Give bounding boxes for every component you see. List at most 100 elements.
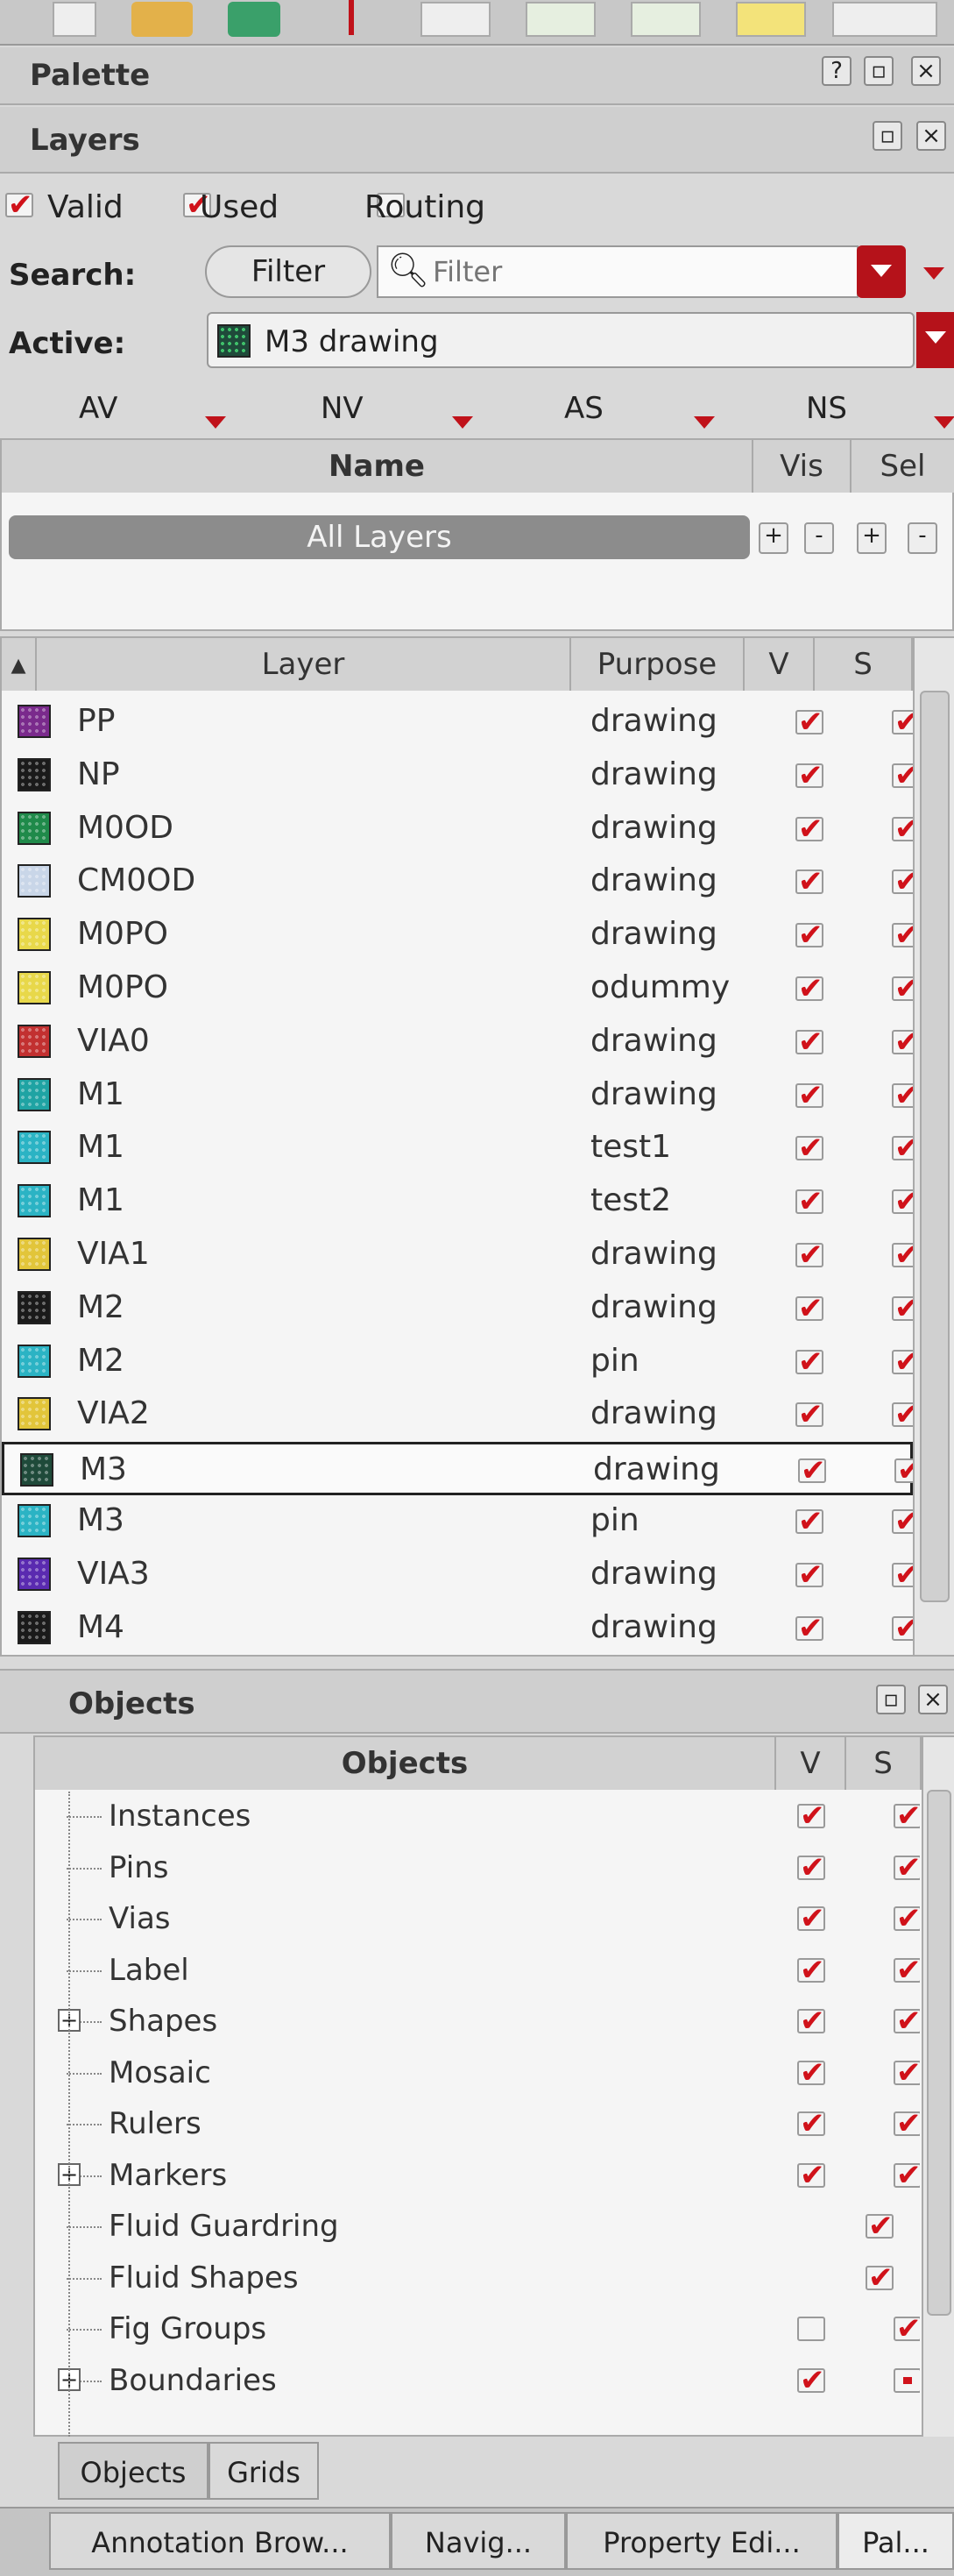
valid-checkbox[interactable] xyxy=(5,188,33,223)
tab-property-editor[interactable]: Property Edi... xyxy=(566,2512,837,2570)
toolbar-icon-last[interactable] xyxy=(832,2,937,37)
toolbar-icon-down1[interactable] xyxy=(526,2,596,37)
sel-select-all-button[interactable]: + xyxy=(857,522,887,554)
layer-header[interactable]: Layer xyxy=(37,638,571,691)
object-row[interactable]: Fluid Shapes xyxy=(35,2253,920,2304)
tab-objects[interactable]: Objects xyxy=(58,2442,208,2500)
vis-show-all-button[interactable]: + xyxy=(759,522,788,554)
layer-visible-checkbox[interactable] xyxy=(795,812,823,847)
layer-row[interactable]: M4 drawing xyxy=(2,1602,920,1656)
object-selectable-checkbox[interactable] xyxy=(894,2004,920,2039)
toolbar-icon-hand[interactable] xyxy=(131,2,193,37)
object-selectable-checkbox[interactable] xyxy=(894,1850,920,1885)
layer-row[interactable]: CM0OD drawing xyxy=(2,855,920,909)
layer-visible-checkbox[interactable] xyxy=(795,1025,823,1060)
av-dropdown-icon[interactable] xyxy=(205,401,226,436)
toolbar-icon-layers[interactable] xyxy=(228,2,280,37)
layer-row[interactable]: M1 test2 xyxy=(2,1175,920,1229)
object-row[interactable]: Mosaic xyxy=(35,2048,920,2099)
toolbar-icon-select[interactable] xyxy=(420,2,491,37)
object-selectable-checkbox[interactable] xyxy=(894,2055,920,2090)
layer-visible-checkbox[interactable] xyxy=(795,1184,823,1219)
object-row[interactable]: Pins xyxy=(35,1843,920,1894)
object-selectable-checkbox[interactable] xyxy=(894,1901,920,1936)
as-dropdown-icon[interactable] xyxy=(694,401,715,436)
toolbar-icon-marker[interactable] xyxy=(349,0,354,35)
object-selectable-checkbox[interactable] xyxy=(894,2158,920,2193)
object-visible-checkbox[interactable] xyxy=(797,2055,825,2090)
layer-visible-checkbox[interactable] xyxy=(795,1131,823,1166)
toolbar-icon-down2[interactable] xyxy=(631,2,701,37)
objects-s-header[interactable]: S xyxy=(846,1737,922,1790)
help-icon[interactable]: ? xyxy=(822,56,852,86)
object-visible-checkbox[interactable] xyxy=(797,2158,825,2193)
layer-row[interactable]: VIA2 drawing xyxy=(2,1388,920,1442)
active-layer-select[interactable]: M3 drawing xyxy=(207,312,915,368)
objects-scrollbar-thumb[interactable] xyxy=(927,1790,951,2316)
object-selectable-checkbox[interactable] xyxy=(894,2311,920,2346)
object-selectable-checkbox[interactable] xyxy=(866,2260,894,2296)
layers-restore-icon[interactable]: ▫ xyxy=(873,121,902,151)
layer-row[interactable]: VIA0 drawing xyxy=(2,1016,920,1069)
layer-visible-checkbox[interactable] xyxy=(795,1291,823,1326)
object-visible-checkbox[interactable] xyxy=(797,2004,825,2039)
object-selectable-checkbox[interactable] xyxy=(894,2367,920,2393)
sel-deselect-all-button[interactable]: - xyxy=(908,522,937,554)
object-row[interactable]: Fluid Guardring xyxy=(35,2202,920,2253)
all-layers-row[interactable]: All Layers xyxy=(9,515,750,559)
object-row[interactable]: Fig Groups xyxy=(35,2304,920,2355)
tab-navigator[interactable]: Navig... xyxy=(391,2512,566,2570)
as-label[interactable]: AS xyxy=(564,391,604,426)
search-dropdown-icon[interactable] xyxy=(857,245,906,298)
objects-scrollbar[interactable] xyxy=(922,1737,954,2437)
layer-visible-checkbox[interactable] xyxy=(795,1238,823,1273)
nv-label[interactable]: NV xyxy=(321,391,364,426)
layer-row[interactable]: M1 drawing xyxy=(2,1069,920,1123)
object-visible-checkbox[interactable] xyxy=(797,1953,825,1988)
ns-label[interactable]: NS xyxy=(806,391,847,426)
restore-icon[interactable]: ▫ xyxy=(864,56,894,86)
layers-close-icon[interactable]: × xyxy=(916,121,946,151)
tab-palette[interactable]: Pal... xyxy=(837,2512,954,2570)
s-header[interactable]: S xyxy=(815,638,913,691)
layer-visible-checkbox[interactable] xyxy=(795,1504,823,1539)
object-visible-checkbox[interactable] xyxy=(797,1799,825,1834)
layer-row[interactable]: M0PO odummy xyxy=(2,962,920,1016)
layer-row[interactable]: PP drawing xyxy=(2,696,920,749)
layer-visible-checkbox[interactable] xyxy=(795,1611,823,1646)
tab-grids[interactable]: Grids xyxy=(208,2442,319,2500)
layer-row[interactable]: VIA1 drawing xyxy=(2,1229,920,1282)
sel-header[interactable]: Sel xyxy=(852,440,954,493)
layer-scrollbar-thumb[interactable] xyxy=(920,691,950,1602)
layer-row[interactable]: M0OD drawing xyxy=(2,803,920,856)
object-selectable-checkbox[interactable] xyxy=(894,2106,920,2141)
layer-scrollbar[interactable] xyxy=(913,638,954,1655)
ns-dropdown-icon[interactable] xyxy=(934,401,954,436)
layer-row[interactable]: M0PO drawing xyxy=(2,909,920,962)
objects-header[interactable]: Objects xyxy=(35,1737,776,1790)
layer-row[interactable]: NP drawing xyxy=(2,749,920,803)
layer-visible-checkbox[interactable] xyxy=(795,1558,823,1593)
object-visible-checkbox[interactable] xyxy=(797,2106,825,2141)
layer-visible-checkbox[interactable] xyxy=(795,1078,823,1113)
layer-visible-checkbox[interactable] xyxy=(795,971,823,1006)
search-menu-arrow-icon[interactable] xyxy=(923,266,944,283)
layer-sort-header[interactable]: ▴ xyxy=(2,638,37,691)
objects-close-icon[interactable]: × xyxy=(918,1685,948,1714)
object-row[interactable]: Rulers xyxy=(35,2099,920,2150)
layer-row[interactable]: M3 drawing xyxy=(2,1442,922,1496)
layer-visible-checkbox[interactable] xyxy=(795,1345,823,1380)
name-header[interactable]: Name xyxy=(2,440,753,493)
object-row[interactable]: + Boundaries xyxy=(35,2356,920,2407)
object-row[interactable]: Vias xyxy=(35,1894,920,1945)
object-selectable-checkbox[interactable] xyxy=(894,1953,920,1988)
layer-visible-checkbox[interactable] xyxy=(798,1453,826,1488)
object-selectable-checkbox[interactable] xyxy=(866,2209,894,2244)
layer-visible-checkbox[interactable] xyxy=(795,864,823,899)
layer-row[interactable]: VIA3 drawing xyxy=(2,1549,920,1602)
layer-visible-checkbox[interactable] xyxy=(795,758,823,793)
purpose-header[interactable]: Purpose xyxy=(571,638,745,691)
filter-button[interactable]: Filter xyxy=(205,245,371,298)
layer-row[interactable]: M2 drawing xyxy=(2,1282,920,1336)
layer-row[interactable]: M3 pin xyxy=(2,1495,920,1549)
